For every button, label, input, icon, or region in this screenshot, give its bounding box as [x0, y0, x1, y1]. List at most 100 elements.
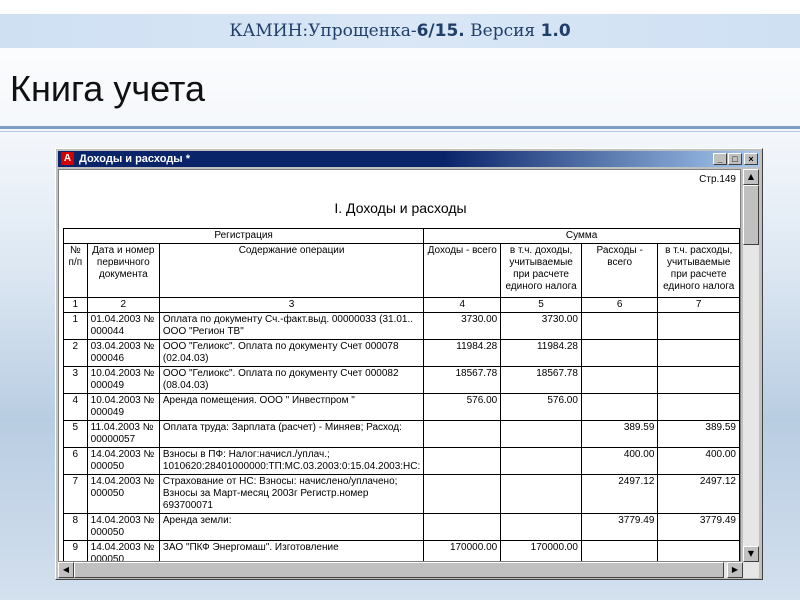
table-cell-inc-tax: 18567.78	[500, 366, 582, 394]
header-banner: КАМИН:Упрощенка-6/15. Версия 1.0	[0, 14, 800, 48]
minimize-button[interactable]: _	[713, 153, 727, 165]
table-cell-inc-tax: 11984.28	[500, 339, 582, 367]
group-header-row: Регистрация Сумма	[62, 228, 740, 244]
table-cell-exp	[580, 312, 659, 340]
table-cell-exp-tax	[657, 339, 740, 367]
table-row[interactable]: 8 14.04.2003 № 000050 Аренда земли: 3779.49…	[63, 513, 740, 541]
table-cell-inc-tax: 3730.00	[500, 312, 582, 340]
table-row[interactable]: 6 14.04.2003 № 000050 Взносы в ПФ: Налог:н…	[63, 447, 740, 475]
table-cell-desc: Взносы в ПФ: Налог:начисл./уплач.; 10106…	[158, 447, 425, 475]
table-cell-n: 4	[63, 393, 88, 421]
table-cell-exp: 389.59	[580, 420, 659, 448]
table-cell-inc-tax	[500, 420, 582, 448]
column-number-row: 1 2 3 4 5 6 7	[63, 297, 740, 313]
table-cell-n: 5	[63, 420, 88, 448]
table-cell-doc: 14.04.2003 № 000050	[86, 474, 160, 514]
table-cell-inc: 11984.28	[423, 339, 502, 367]
table-cell-doc: 14.04.2003 № 000050	[86, 540, 160, 561]
table-cell-exp	[580, 393, 659, 421]
window-title: Доходы и расходы *	[79, 153, 191, 165]
table-cell-doc: 14.04.2003 № 000050	[86, 447, 160, 475]
table-cell-exp: 2497.12	[580, 474, 659, 514]
table-cell-desc: Оплата труда: Зарплата (расчет) - Миняев…	[158, 420, 425, 448]
column-header: Дата и номер первичного документа	[86, 243, 160, 298]
column-header: № п/п	[63, 243, 88, 298]
table-cell-n: 3	[63, 366, 88, 394]
table-cell-desc: Страхование от НС: Взносы: начислено/упл…	[158, 474, 425, 514]
table-cell-exp-tax	[657, 312, 740, 340]
scroll-left-icon[interactable]: ◀	[58, 562, 74, 578]
table-cell-doc: 14.04.2003 № 000050	[86, 513, 160, 541]
table-cell-exp: 400.00	[580, 447, 659, 475]
table-cell-inc-tax	[500, 447, 582, 475]
close-button[interactable]: ×	[744, 153, 758, 165]
column-number: 7	[657, 297, 740, 313]
table-cell-exp: 3779.49	[580, 513, 659, 541]
banner-version-label: Версия	[464, 21, 541, 41]
table-cell-n: 9	[63, 540, 88, 561]
table-cell-inc	[423, 474, 502, 514]
table-cell-desc: ООО "Гелиокс". Оплата по документу Счет …	[158, 366, 425, 394]
column-number: 3	[158, 297, 425, 313]
column-header: Содержание операции	[158, 243, 425, 298]
report-page: Стр.149 I. Доходы и расходы Регистрация …	[58, 169, 741, 562]
table-row[interactable]: 1 01.04.2003 № 000044 Оплата по документу …	[63, 312, 740, 340]
table-row[interactable]: 4 10.04.2003 № 000049 Аренда помещения. ОО…	[63, 393, 740, 421]
table-cell-n: 6	[63, 447, 88, 475]
vertical-scrollbar[interactable]: ▲ ▼	[743, 169, 759, 562]
column-number: 5	[500, 297, 582, 313]
banner-product: Упрощенка-	[308, 21, 417, 41]
table-row[interactable]: 3 10.04.2003 № 000049 ООО "Гелиокс". Оплат…	[63, 366, 740, 394]
scroll-up-icon[interactable]: ▲	[743, 169, 759, 185]
group-header-registration: Регистрация	[62, 228, 425, 244]
banner-version-number: 1.0	[540, 21, 571, 41]
table-cell-inc-tax: 170000.00	[500, 540, 582, 561]
table-cell-inc	[423, 447, 502, 475]
table-row[interactable]: 5 11.04.2003 № 00000057 Оплата труда: Зарп…	[63, 420, 740, 448]
page-title: Книга учета	[10, 68, 206, 109]
table-cell-n: 1	[63, 312, 88, 340]
table-cell-desc: ООО "Гелиокс". Оплата по документу Счет …	[158, 339, 425, 367]
maximize-button[interactable]: □	[728, 153, 742, 165]
banner-edition: 6/15.	[416, 21, 465, 41]
table-cell-exp-tax	[657, 393, 740, 421]
table-cell-inc: 3730.00	[423, 312, 502, 340]
table-cell-inc-tax: 576.00	[500, 393, 582, 421]
table-cell-exp	[580, 366, 659, 394]
column-header-row: № п/п Дата и номер первичного документа …	[63, 243, 740, 298]
column-header: Доходы - всего	[423, 243, 502, 298]
scroll-down-icon[interactable]: ▼	[743, 546, 759, 562]
table-cell-inc: 576.00	[423, 393, 502, 421]
table-row[interactable]: 9 14.04.2003 № 000050 ЗАО "ПКФ Энергомаш".…	[63, 540, 740, 561]
group-header-sum: Сумма	[423, 228, 740, 244]
column-number: 2	[86, 297, 160, 313]
table-row[interactable]: 7 14.04.2003 № 000050 Страхование от НС: В…	[63, 474, 740, 514]
horizontal-scrollbar[interactable]: ◀ ▶	[58, 562, 759, 578]
table-cell-inc	[423, 513, 502, 541]
table-cell-doc: 10.04.2003 № 000049	[86, 393, 160, 421]
page-number: Стр.149	[699, 174, 736, 185]
divider	[0, 126, 800, 129]
scroll-right-icon[interactable]: ▶	[727, 562, 743, 578]
table-cell-inc: 18567.78	[423, 366, 502, 394]
table-cell-n: 7	[63, 474, 88, 514]
table-cell-inc-tax	[500, 513, 582, 541]
column-number: 4	[423, 297, 502, 313]
vertical-scroll-thumb[interactable]	[743, 185, 759, 245]
table-cell-n: 8	[63, 513, 88, 541]
horizontal-scroll-thumb[interactable]	[74, 562, 724, 578]
table-cell-n: 2	[63, 339, 88, 367]
table-cell-desc: Аренда помещения. ООО " Инвестпром "	[158, 393, 425, 421]
banner-brand: КАМИН:	[229, 21, 309, 41]
column-header: в т.ч. расходы, учитываемые при расчете …	[657, 243, 740, 298]
table-cell-doc: 10.04.2003 № 000049	[86, 366, 160, 394]
table-cell-doc: 01.04.2003 № 000044	[86, 312, 160, 340]
window-titlebar[interactable]: A Доходы и расходы * _ □ ×	[58, 151, 760, 167]
table-cell-exp-tax	[657, 540, 740, 561]
table-cell-exp	[580, 540, 659, 561]
table-cell-desc: ЗАО "ПКФ Энергомаш". Изготовление	[158, 540, 425, 561]
table-cell-inc-tax	[500, 474, 582, 514]
table-row[interactable]: 2 03.04.2003 № 000046 ООО "Гелиокс". Оплат…	[63, 339, 740, 367]
divider-thin	[0, 131, 800, 132]
table-cell-doc: 03.04.2003 № 000046	[86, 339, 160, 367]
